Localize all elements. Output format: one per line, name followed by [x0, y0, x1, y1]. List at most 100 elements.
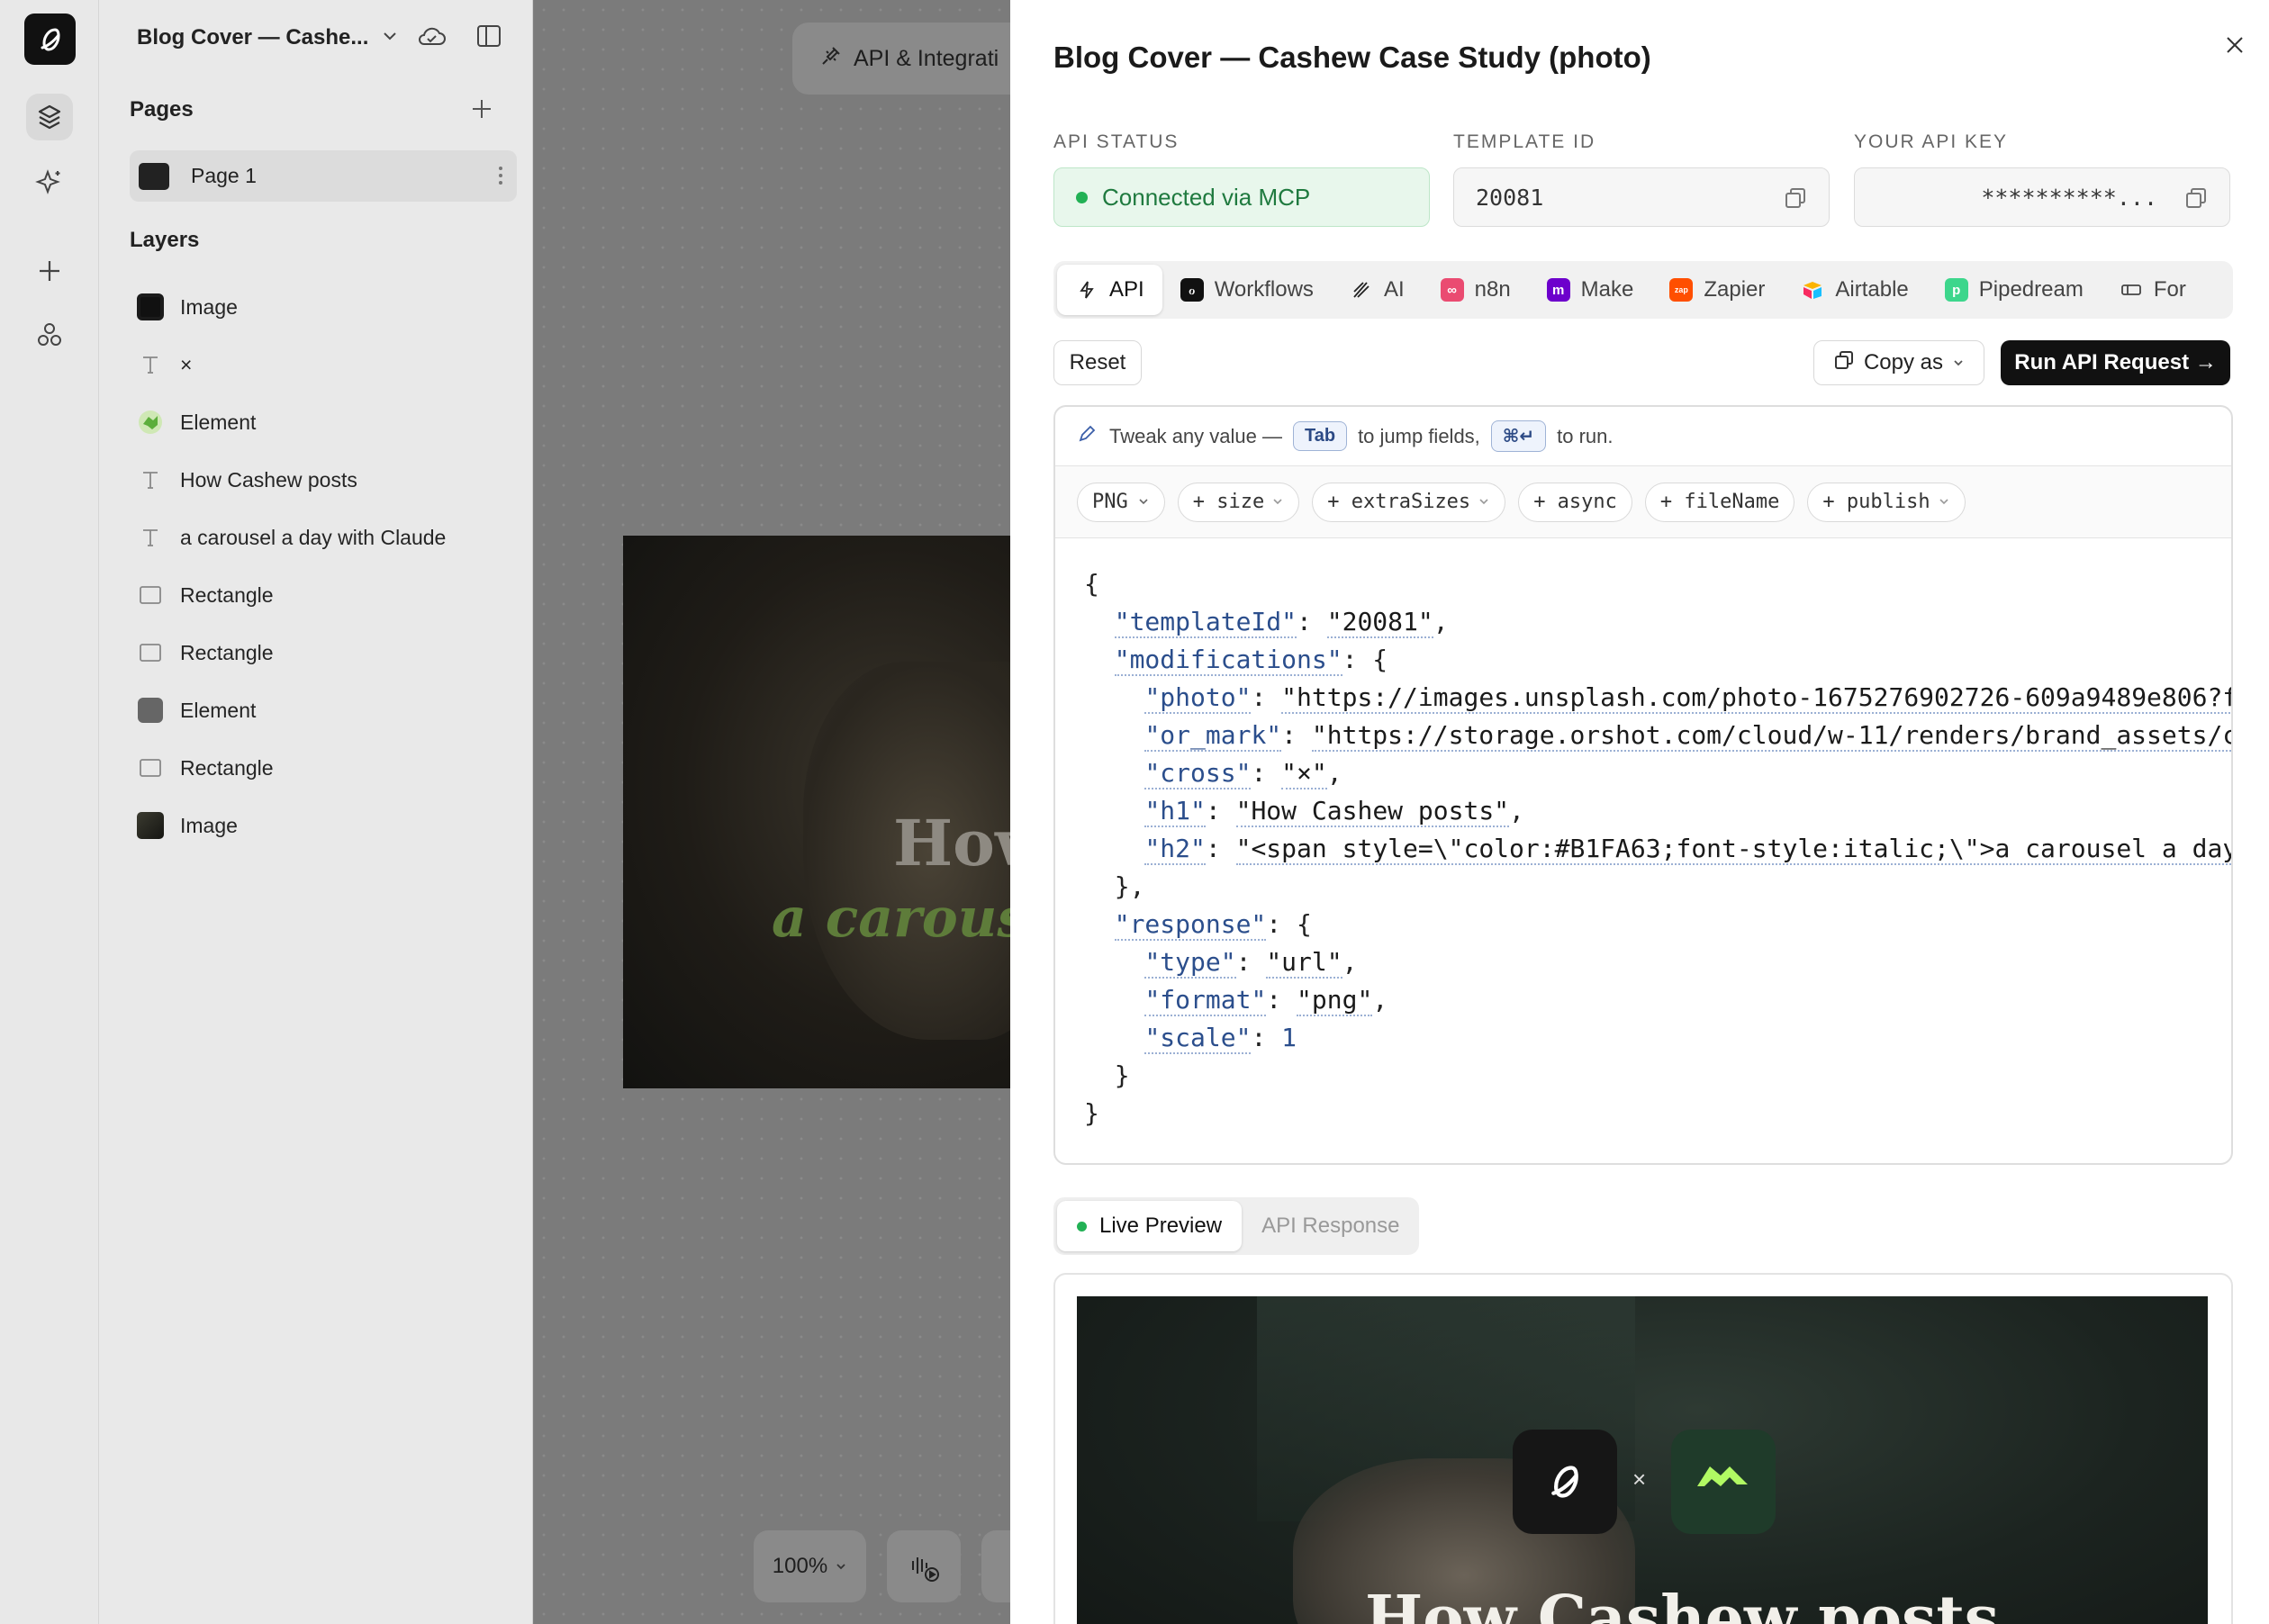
live-preview-panel: × How Cashew posts: [1053, 1273, 2233, 1624]
zoom-dropdown[interactable]: 100%: [754, 1530, 866, 1602]
layer-label: ×: [180, 352, 193, 376]
async-chip[interactable]: + async: [1518, 482, 1632, 522]
photo-thumb-icon: [137, 812, 164, 839]
layer-item[interactable]: ×: [137, 347, 192, 383]
code-cross[interactable]: "×": [1281, 758, 1327, 789]
page-thumb-icon: [139, 162, 169, 190]
reset-button[interactable]: Reset: [1053, 340, 1142, 385]
layer-label: Image: [180, 813, 238, 837]
layer-item[interactable]: Rectangle: [137, 577, 274, 613]
add-page-icon[interactable]: [470, 97, 493, 125]
chevron-down-icon: [1938, 491, 1950, 513]
document-header: Blog Cover — Cashe...: [137, 23, 515, 53]
tab-ai[interactable]: AI: [1332, 265, 1423, 315]
json-code[interactable]: { "templateId": "20081", "modifications"…: [1055, 538, 2231, 1132]
layer-item[interactable]: a carousel a day with Claude: [137, 519, 446, 555]
tab-n8n[interactable]: ∞ n8n: [1423, 265, 1529, 315]
tab-api[interactable]: API: [1057, 265, 1162, 315]
tab-label: Zapier: [1704, 277, 1766, 302]
plug-icon: [819, 44, 843, 74]
chevron-down-icon[interactable]: [381, 27, 399, 50]
api-status-field: Connected via MCP: [1053, 167, 1430, 227]
tab-api-response[interactable]: API Response: [1242, 1201, 1419, 1251]
more-vertical-icon[interactable]: [497, 165, 504, 191]
tab-make[interactable]: m Make: [1529, 265, 1652, 315]
layer-item[interactable]: Image: [137, 289, 238, 325]
layer-item[interactable]: Element: [137, 404, 256, 440]
components-icon[interactable]: [26, 311, 73, 358]
chip-label: + extraSizes: [1327, 491, 1471, 513]
api-status-value: Connected via MCP: [1102, 183, 1311, 211]
size-chip[interactable]: + size: [1177, 482, 1300, 522]
api-key-value: **********...: [1981, 184, 2157, 211]
request-editor: Tweak any value — Tab to jump fields, ⌘↵…: [1053, 405, 2233, 1165]
copy-icon: [1833, 349, 1855, 377]
tab-label: Pipedream: [1978, 277, 2084, 302]
app-logo-icon[interactable]: [24, 14, 76, 65]
template-id-field[interactable]: 20081: [1453, 167, 1830, 227]
text-icon: [137, 351, 164, 378]
tab-airtable[interactable]: Airtable: [1783, 265, 1926, 315]
layer-item[interactable]: Image: [137, 807, 238, 844]
tab-label: AI: [1383, 277, 1405, 302]
chevron-down-icon: [835, 1554, 847, 1579]
bolt-icon: [1075, 278, 1098, 302]
text-icon: [137, 524, 164, 551]
tab-pipedream[interactable]: p Pipedream: [1927, 265, 2102, 315]
code-or-mark[interactable]: "https://storage.orshot.com/cloud/w-11/r…: [1311, 720, 2231, 752]
page-item[interactable]: Page 1: [130, 150, 517, 202]
code-h2[interactable]: "<span style=\"color:#B1FA63;font-style:…: [1235, 834, 2231, 865]
extrasizes-chip[interactable]: + extraSizes: [1312, 482, 1506, 522]
layer-label: Element: [180, 698, 257, 722]
run-api-request-button[interactable]: Run API Request →: [2001, 340, 2230, 385]
copy-icon[interactable]: [1784, 186, 1807, 215]
copy-icon[interactable]: [2184, 186, 2208, 215]
tab-label: Make: [1580, 277, 1634, 302]
canvas-artboard[interactable]: How a carouse: [623, 536, 1010, 1088]
option-chips: PNG + size + extraSizes + async + fileNa…: [1055, 466, 2231, 538]
layer-item[interactable]: Rectangle: [137, 635, 274, 671]
publish-chip[interactable]: + publish: [1807, 482, 1966, 522]
filename-chip[interactable]: + fileName: [1644, 482, 1795, 522]
tab-label: For: [2153, 277, 2186, 302]
chevron-down-icon: [1137, 491, 1150, 513]
template-id-label: TEMPLATE ID: [1453, 131, 1596, 152]
code-h1[interactable]: "How Cashew posts": [1235, 796, 1510, 827]
layer-label: Element: [180, 410, 257, 434]
code-photo[interactable]: "https://images.unsplash.com/photo-16752…: [1281, 682, 2231, 714]
format-chip[interactable]: PNG: [1077, 482, 1165, 522]
modal-title: Blog Cover — Cashew Case Study (photo): [1053, 41, 1651, 74]
add-icon[interactable]: [26, 248, 73, 294]
tab-form[interactable]: For: [2102, 265, 2204, 315]
copy-as-button[interactable]: Copy as: [1813, 340, 1984, 385]
tab-workflows[interactable]: ℴ Workflows: [1162, 265, 1332, 315]
preview-tabs: Live Preview API Response: [1053, 1197, 1419, 1255]
api-status-label: API STATUS: [1053, 131, 1180, 152]
api-integrations-button[interactable]: API & Integrati: [792, 23, 1026, 95]
layer-label: How Cashew posts: [180, 467, 357, 492]
document-title[interactable]: Blog Cover — Cashe...: [137, 25, 368, 50]
element-thumb-icon: [137, 697, 164, 724]
api-key-field[interactable]: **********...: [1854, 167, 2230, 227]
sidebar-toggle-icon[interactable]: [475, 23, 502, 53]
tab-zapier[interactable]: zap Zapier: [1651, 265, 1783, 315]
layers-icon[interactable]: [26, 94, 73, 140]
code-template-id[interactable]: "20081": [1326, 607, 1433, 638]
sparkle-icon[interactable]: [26, 158, 73, 205]
layer-item[interactable]: Rectangle: [137, 750, 274, 786]
pipedream-icon: p: [1944, 278, 1968, 302]
cloud-sync-icon[interactable]: [416, 23, 447, 54]
code-type[interactable]: "url": [1266, 947, 1342, 979]
preview-cross: ×: [1632, 1466, 1647, 1493]
code-format[interactable]: "png": [1297, 985, 1373, 1016]
tab-live-preview[interactable]: Live Preview: [1057, 1201, 1243, 1251]
make-icon: m: [1546, 278, 1570, 302]
voice-play-icon[interactable]: [887, 1530, 961, 1602]
layer-item[interactable]: How Cashew posts: [137, 462, 357, 498]
layer-item[interactable]: Element: [137, 692, 256, 728]
chip-label: + fileName: [1659, 491, 1780, 513]
code-scale[interactable]: 1: [1281, 1023, 1297, 1052]
close-icon[interactable]: [2217, 27, 2253, 63]
chip-label: + size: [1192, 491, 1265, 513]
hint-middle: to jump fields,: [1358, 424, 1480, 447]
